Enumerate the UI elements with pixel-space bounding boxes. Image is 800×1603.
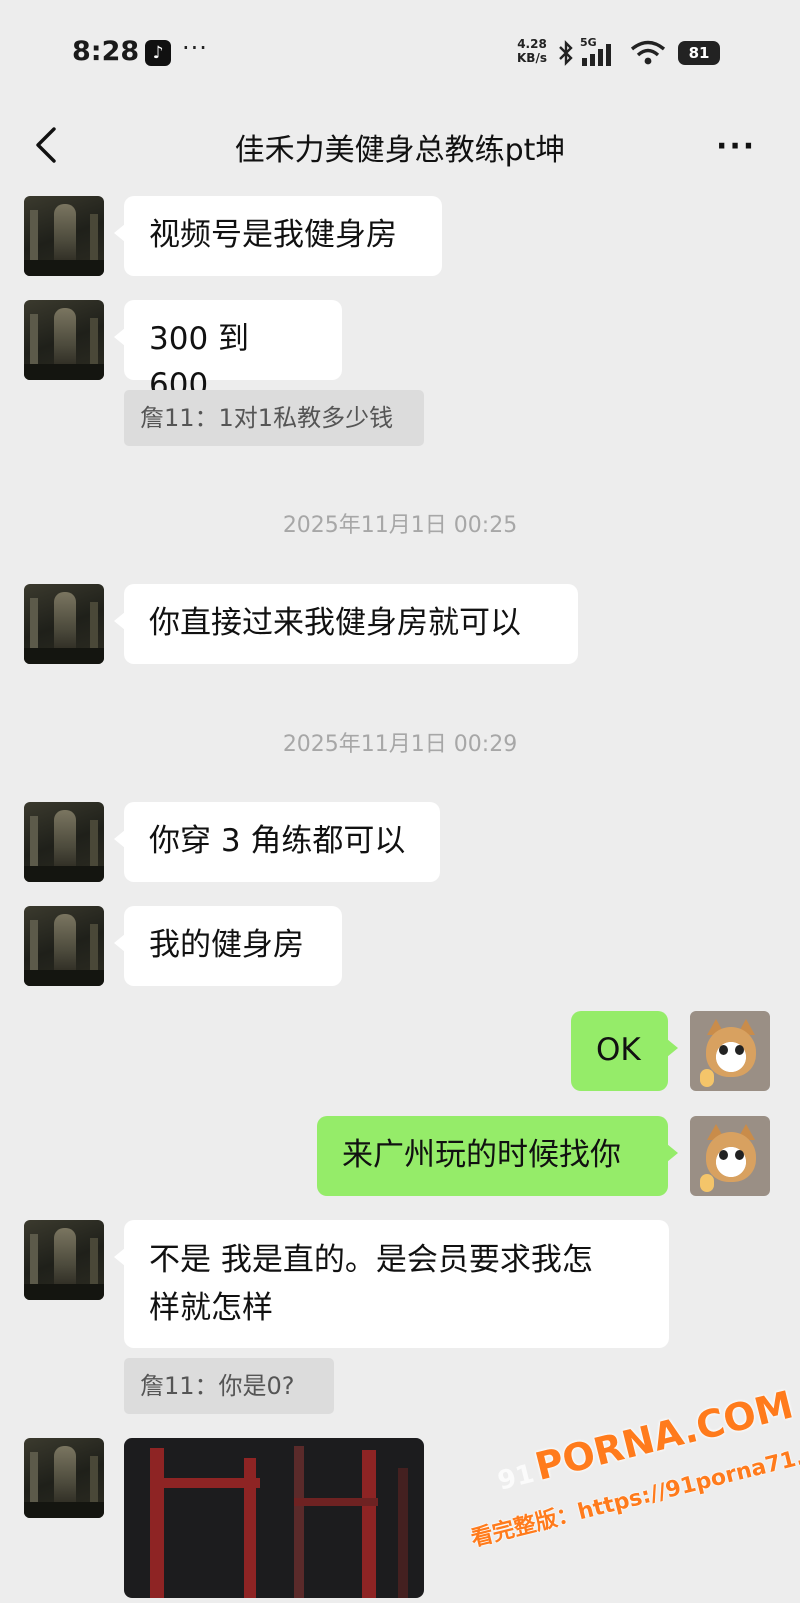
contact-avatar[interactable]: [24, 1438, 104, 1518]
battery-indicator: 81: [678, 41, 720, 65]
chat-header: 佳禾力美健身总教练pt坤 ···: [0, 105, 800, 185]
network-speed-value: 4.28: [517, 37, 547, 51]
status-time: 8:28: [72, 36, 140, 67]
quoted-message[interactable]: 詹11：1对1私教多少钱: [124, 390, 424, 446]
message-text: OK: [596, 1032, 641, 1068]
quoted-text: 詹11：1对1私教多少钱: [140, 404, 394, 432]
site-watermark: 91 PORNA.COM 看完整版：https://91porna71.com: [446, 1359, 800, 1603]
status-icons: 5G 81: [556, 36, 726, 68]
chat-title: 佳禾力美健身总教练pt坤: [234, 133, 566, 168]
watermark-prefix: 91: [494, 1458, 538, 1497]
message-timestamp: 2025年11月1日 00:29: [282, 732, 518, 757]
message-timestamp: 2025年11月1日 00:25: [282, 513, 518, 538]
status-bar: 8:28 ♪ ··· 4.28 KB/s 5G 81: [0, 0, 800, 105]
message-bubble-incoming[interactable]: 你穿 3 角练都可以: [114, 802, 440, 882]
message-bubble-incoming[interactable]: 视频号是我健身房: [114, 196, 442, 276]
message-bubble-incoming[interactable]: 我的健身房: [114, 906, 342, 986]
contact-avatar[interactable]: [24, 906, 104, 986]
message-text: 你穿 3 角练都可以: [149, 823, 406, 859]
message-text: 来广州玩的时候找你: [342, 1137, 621, 1173]
wifi-icon: [630, 40, 666, 65]
message-text-line-1: 不是 我是直的。是会员要求我怎: [149, 1242, 593, 1278]
image-message[interactable]: [124, 1438, 424, 1598]
more-options-icon[interactable]: ···: [716, 129, 756, 164]
network-speed-unit: KB/s: [517, 51, 547, 65]
contact-avatar[interactable]: [24, 584, 104, 664]
signal-icon: [582, 44, 611, 66]
contact-avatar[interactable]: [24, 300, 104, 380]
contact-avatar[interactable]: [24, 802, 104, 882]
message-text: 视频号是我健身房: [149, 217, 397, 253]
quoted-text: 詹11：你是0?: [140, 1372, 295, 1400]
network-speed: 4.28 KB/s: [512, 37, 552, 65]
my-avatar[interactable]: [690, 1116, 770, 1196]
message-bubble-incoming[interactable]: 你直接过来我健身房就可以: [114, 584, 578, 664]
message-text: 你直接过来我健身房就可以: [149, 605, 521, 641]
tiktok-icon: ♪: [145, 40, 171, 66]
message-bubble-outgoing[interactable]: 来广州玩的时候找你: [317, 1116, 678, 1196]
message-bubble-outgoing[interactable]: OK: [571, 1011, 678, 1091]
contact-avatar[interactable]: [24, 196, 104, 276]
my-avatar[interactable]: [690, 1011, 770, 1091]
contact-avatar[interactable]: [24, 1220, 104, 1300]
message-bubble-incoming[interactable]: 不是 我是直的。是会员要求我怎 样就怎样: [114, 1220, 669, 1348]
bluetooth-icon: [559, 40, 573, 66]
message-text-line-2: 样就怎样: [149, 1290, 273, 1326]
watermark-link: 看完整版：https://91porna71.com: [468, 1432, 800, 1552]
message-bubble-incoming[interactable]: 300 到 600: [114, 300, 342, 403]
more-notifications-icon: ···: [182, 34, 208, 62]
watermark-site: PORNA.COM: [530, 1382, 798, 1489]
message-text: 我的健身房: [149, 927, 304, 963]
quoted-message[interactable]: 詹11：你是0?: [124, 1358, 334, 1414]
